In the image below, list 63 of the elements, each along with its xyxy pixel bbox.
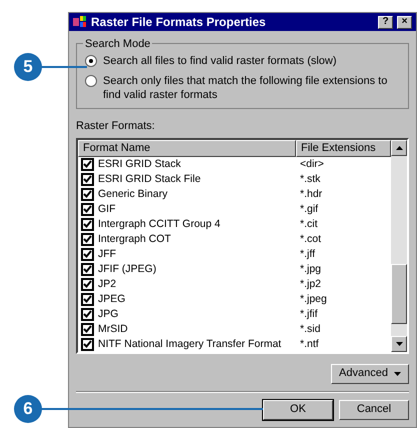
checkbox[interactable]	[81, 248, 94, 260]
format-name: MrSID	[98, 322, 128, 336]
checkbox[interactable]	[81, 308, 94, 320]
list-label: Raster Formats:	[76, 119, 156, 134]
file-extension: *.hdr	[299, 187, 322, 201]
format-name: ESRI GRID Stack File	[98, 172, 201, 186]
radio-label: Search only files that match the following file extensions to find valid raster formats	[103, 74, 388, 102]
caret-icon	[394, 372, 401, 376]
file-extension: *.jpeg	[299, 292, 327, 306]
up-arrow-icon	[396, 146, 402, 150]
scrollbar[interactable]	[391, 140, 407, 352]
help-button[interactable]: ?	[378, 16, 393, 28]
checkbox[interactable]	[81, 158, 94, 170]
ok-button[interactable]: OK	[263, 400, 333, 420]
file-extension: *.cot	[299, 232, 322, 246]
format-name: Generic Binary	[98, 187, 168, 201]
checkbox[interactable]	[81, 172, 94, 186]
scroll-up-button[interactable]	[391, 140, 407, 156]
file-extension: *.jpg	[299, 262, 322, 276]
app-icon	[73, 16, 87, 28]
file-extension: *.jff	[299, 247, 315, 261]
leader-line	[40, 66, 87, 68]
file-extension: *.ntf	[299, 337, 319, 351]
checkbox[interactable]	[81, 292, 94, 306]
checkbox[interactable]	[81, 322, 94, 336]
step-number: 5	[14, 53, 42, 81]
radio-label: Search all files to find valid raster formats (slow)	[103, 54, 337, 68]
file-extension: *.stk	[299, 172, 320, 186]
down-arrow-icon	[396, 342, 402, 346]
column-header[interactable]: Format Name	[78, 140, 296, 156]
radio-button[interactable]	[85, 55, 97, 67]
step-number: 6	[14, 395, 42, 423]
format-name: Intergraph COT	[98, 232, 171, 246]
format-name: JFF	[98, 247, 116, 261]
scroll-down-button[interactable]	[391, 336, 407, 352]
file-extension: *.gif	[299, 202, 318, 216]
cancel-button[interactable]: Cancel	[339, 400, 409, 420]
format-name: Intergraph CCITT Group 4	[98, 217, 220, 231]
window-title: Raster File Formats Properties	[91, 14, 267, 31]
file-extension: *.jp2	[299, 277, 322, 291]
checkbox[interactable]	[81, 188, 94, 200]
checkbox[interactable]	[81, 338, 94, 350]
format-name: GIF	[98, 202, 116, 216]
checkbox[interactable]	[81, 278, 94, 290]
format-name: ESRI GRID Stack	[98, 157, 181, 171]
format-name: JP2	[98, 277, 116, 291]
checkbox[interactable]	[81, 202, 94, 216]
file-extension: *.sid	[299, 322, 320, 336]
file-extension: *.jfif	[299, 307, 318, 321]
file-extension: <dir>	[299, 157, 324, 171]
format-name: NITF National Imagery Transfer Format	[98, 337, 282, 351]
file-extension: *.cit	[299, 217, 318, 231]
checkbox[interactable]	[81, 262, 94, 276]
format-name: JPEG	[98, 292, 126, 306]
close-button[interactable]: ×	[397, 16, 412, 28]
radio-button[interactable]	[85, 75, 97, 87]
format-name: JPG	[98, 307, 118, 321]
checkbox[interactable]	[81, 218, 94, 230]
advanced-button[interactable]: Advanced	[331, 364, 409, 384]
column-header[interactable]: File Extensions	[296, 140, 391, 156]
format-name: JFIF (JPEG)	[98, 262, 156, 276]
checkbox[interactable]	[81, 232, 94, 246]
scroll-thumb[interactable]	[391, 264, 407, 324]
